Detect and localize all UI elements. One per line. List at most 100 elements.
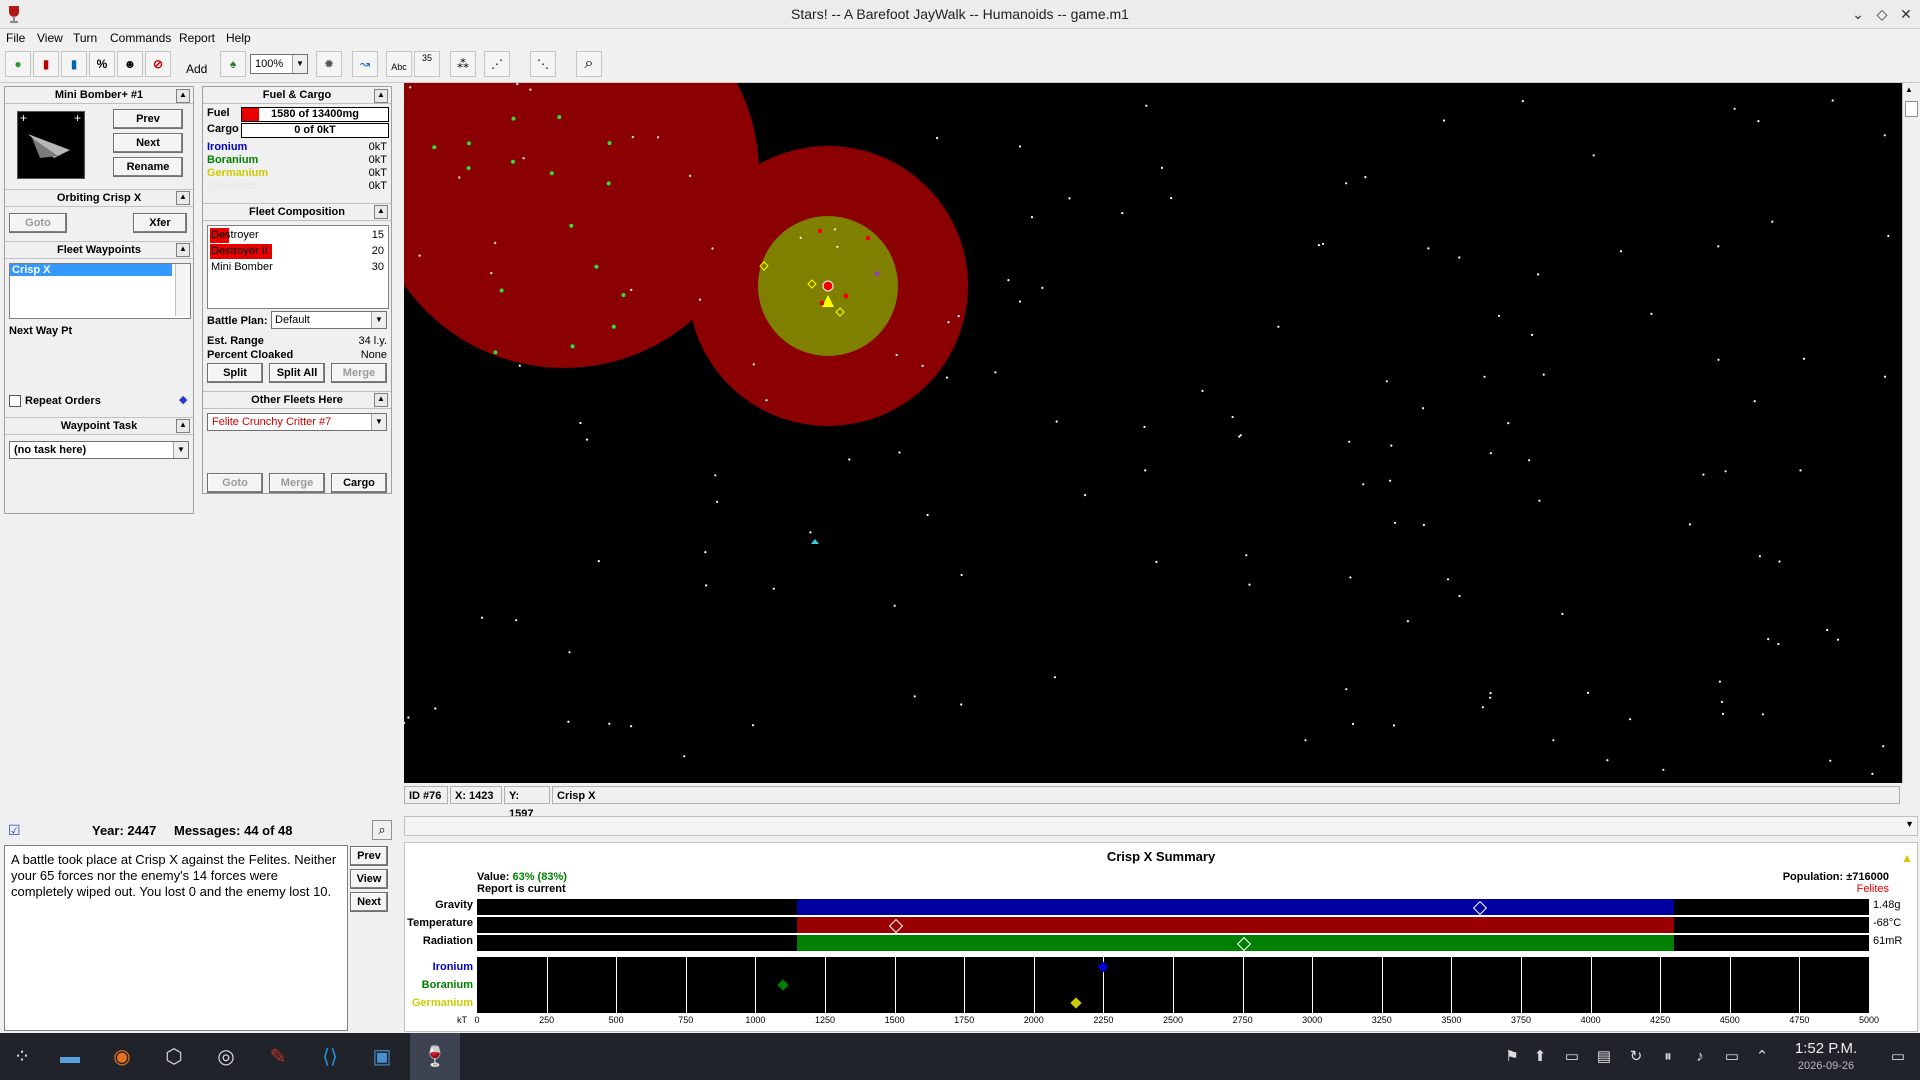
star[interactable] (936, 137, 939, 140)
close-icon[interactable]: ✕ (1896, 4, 1916, 24)
merge-button[interactable]: Merge (331, 363, 387, 383)
map-hscroll[interactable]: ▼ (404, 816, 1918, 836)
star[interactable] (480, 616, 484, 619)
star[interactable] (1767, 638, 1770, 641)
fleet-count-icon[interactable]: 35 (414, 51, 440, 77)
star[interactable] (765, 399, 768, 402)
clock-time[interactable]: 1:52 P.M. (1776, 1040, 1876, 1057)
star[interactable] (1489, 696, 1492, 699)
star[interactable] (1245, 554, 1248, 557)
star[interactable] (608, 722, 611, 725)
star[interactable] (1777, 643, 1780, 646)
star[interactable] (893, 604, 896, 607)
star[interactable] (1587, 691, 1590, 695)
zoom-select[interactable]: 100% ▼ (250, 54, 308, 74)
ship-list[interactable]: Destroyer 15 Destroyer II 20 Mini Bomber 30 (207, 225, 389, 309)
star[interactable] (1619, 250, 1623, 253)
star[interactable] (1883, 134, 1886, 137)
menu-commands[interactable]: Commands (110, 31, 171, 45)
owned-planet[interactable] (569, 223, 574, 228)
ship-design-icon[interactable]: ♠ (220, 51, 246, 77)
star[interactable] (1345, 688, 1348, 691)
star[interactable] (1799, 469, 1802, 472)
waypoint-scrollbar[interactable] (175, 264, 190, 316)
star[interactable] (1143, 425, 1146, 428)
star[interactable] (751, 724, 755, 727)
star[interactable] (1348, 440, 1351, 443)
star[interactable] (1724, 470, 1727, 473)
star[interactable] (529, 88, 532, 91)
collapse-icon[interactable]: ▲ (374, 89, 388, 103)
star[interactable] (1538, 499, 1541, 502)
menu-turn[interactable]: Turn (73, 31, 97, 45)
galaxy-map[interactable]: ✦ (404, 83, 1902, 783)
star[interactable] (1483, 375, 1486, 378)
star[interactable] (585, 438, 589, 441)
star[interactable] (1887, 234, 1890, 237)
star[interactable] (704, 551, 707, 554)
planet-crisp-x[interactable] (822, 280, 834, 292)
star[interactable] (1277, 325, 1280, 328)
star[interactable] (1489, 452, 1492, 455)
next-fleet-button[interactable]: Next (113, 133, 183, 153)
star[interactable] (1757, 120, 1760, 123)
star[interactable] (1521, 100, 1524, 103)
star[interactable] (1170, 197, 1173, 200)
star[interactable] (1662, 768, 1665, 771)
star[interactable] (1392, 724, 1396, 727)
star[interactable] (1537, 273, 1540, 276)
star[interactable] (1446, 578, 1450, 581)
star[interactable] (1345, 182, 1348, 185)
tray-update-icon[interactable]: ⬆ (1524, 1041, 1556, 1073)
star[interactable] (960, 703, 963, 706)
star[interactable] (1778, 560, 1781, 563)
star[interactable] (957, 315, 960, 318)
star[interactable] (1592, 154, 1595, 157)
percent-icon[interactable]: % (89, 51, 115, 77)
star[interactable] (1826, 628, 1829, 632)
collapse-icon[interactable]: ▲ (176, 191, 190, 205)
magnifier-icon[interactable]: ⌕ (372, 820, 392, 840)
star[interactable] (1718, 680, 1721, 683)
star[interactable] (494, 241, 497, 244)
star[interactable] (1531, 333, 1534, 336)
star[interactable] (1390, 444, 1393, 447)
prev-fleet-button[interactable]: Prev (113, 109, 183, 129)
star[interactable] (926, 513, 929, 517)
star[interactable] (1351, 722, 1355, 726)
star[interactable] (772, 587, 775, 590)
star[interactable] (630, 725, 633, 728)
star[interactable] (1629, 718, 1632, 721)
chevron-up-icon[interactable]: ▲ (1905, 85, 1913, 94)
star[interactable] (898, 451, 901, 454)
battle-plan-select[interactable]: Default ▼ (271, 311, 387, 329)
star[interactable] (434, 707, 437, 710)
star[interactable] (921, 364, 924, 367)
editor-icon[interactable]: ✎ (262, 1041, 294, 1073)
star[interactable] (1771, 220, 1774, 223)
minimize-icon[interactable]: ⌄ (1848, 4, 1868, 24)
star[interactable] (1427, 247, 1430, 250)
star[interactable] (1018, 300, 1022, 303)
ship-row[interactable]: Mini Bomber 30 (210, 260, 384, 275)
menu-file[interactable]: File (6, 31, 25, 45)
tray-volume-icon[interactable]: ♪ (1684, 1041, 1716, 1073)
star[interactable] (1831, 99, 1834, 102)
message-next-button[interactable]: Next (350, 892, 388, 912)
other-merge-button[interactable]: Merge (269, 473, 325, 493)
owned-planet[interactable] (611, 324, 616, 329)
checkmark-icon[interactable]: ☑ (8, 822, 21, 839)
star[interactable] (657, 136, 660, 139)
star[interactable] (716, 500, 719, 503)
planet-names-icon[interactable]: Abc (386, 51, 412, 77)
star[interactable] (1829, 759, 1832, 762)
star[interactable] (809, 531, 812, 534)
star[interactable] (689, 174, 692, 177)
star[interactable] (799, 236, 802, 239)
scroll-thumb[interactable] (1905, 101, 1918, 117)
tray-clipboard-icon[interactable]: ▤ (1588, 1041, 1620, 1073)
star[interactable] (1720, 700, 1724, 704)
star[interactable] (1507, 422, 1510, 425)
star[interactable] (1068, 197, 1071, 200)
split-button[interactable]: Split (207, 363, 263, 383)
